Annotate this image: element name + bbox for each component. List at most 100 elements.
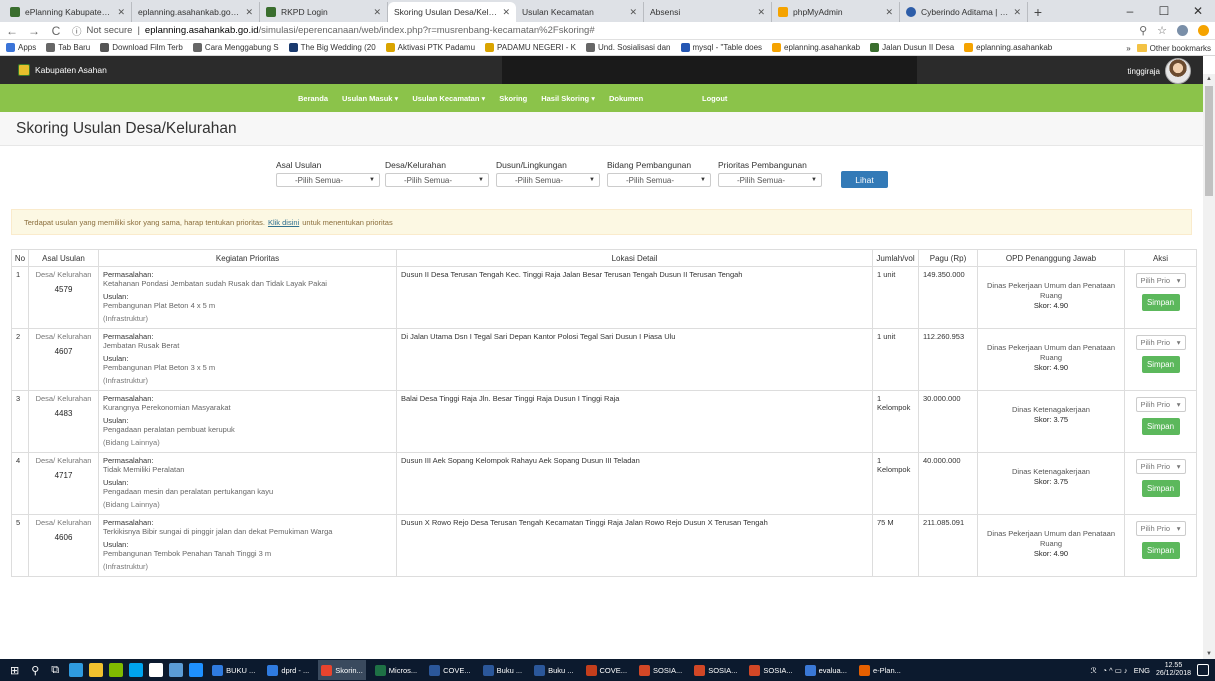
pinned-app-icon[interactable] (169, 663, 184, 677)
user-menu[interactable]: tinggiraja (1128, 58, 1191, 84)
browser-tab[interactable]: phpMyAdmin ✕ (772, 2, 900, 22)
taskbar-item[interactable]: Skorin... (318, 660, 366, 680)
scroll-down-icon[interactable]: ▼ (1203, 651, 1215, 657)
browser-tab[interactable]: Cyberindo Aditama | Speed ✕ (900, 2, 1028, 22)
maximize-icon[interactable]: ☐ (1147, 0, 1181, 22)
priority-select[interactable]: Pilih Prio ▾ (1135, 397, 1186, 412)
taskbar-item[interactable]: evalua... (802, 660, 850, 680)
extension-icon[interactable] (1177, 25, 1188, 36)
close-tab-icon[interactable]: ✕ (629, 7, 637, 18)
taskbar-item[interactable]: Buku ... (531, 660, 576, 680)
taskbar-item[interactable]: Buku ... (480, 660, 525, 680)
clock[interactable]: 12.55 26/12/2018 (1156, 662, 1191, 677)
filter-select[interactable]: -Pilih Semua- ▼ (276, 173, 380, 187)
bookmark-item[interactable]: Aktivasi PTK Padamu (385, 43, 475, 52)
menu-item-hasil-skoring[interactable]: Hasil Skoring ▾ (541, 94, 595, 103)
reload-icon[interactable]: C (50, 24, 62, 38)
bookmark-item[interactable]: Tab Baru (46, 43, 90, 52)
pinned-app-icon[interactable] (129, 663, 144, 677)
menu-item-dokumen[interactable]: Dokumen (609, 94, 643, 103)
filter-select[interactable]: -Pilih Semua- ▼ (496, 173, 600, 187)
priority-select[interactable]: Pilih Prio ▾ (1135, 521, 1186, 536)
bookmark-item[interactable]: PADAMU NEGERI - K (485, 43, 576, 52)
store-icon[interactable] (89, 663, 104, 677)
scroll-thumb[interactable] (1205, 86, 1213, 196)
taskbar-item[interactable]: Micros... (372, 660, 420, 680)
menu-item-usulan-masuk[interactable]: Usulan Masuk ▾ (342, 94, 398, 103)
simpan-button[interactable]: Simpan (1141, 356, 1180, 373)
close-tab-icon[interactable]: ✕ (117, 7, 125, 18)
set-priority-link[interactable]: Klik disini (268, 218, 299, 227)
taskbar-item[interactable]: SOSIA... (636, 660, 685, 680)
close-tab-icon[interactable]: ✕ (885, 7, 893, 18)
bookmarks-more[interactable]: » (1126, 44, 1130, 53)
bookmark-item[interactable]: Und. Sosialisasi dan (586, 43, 671, 52)
taskbar-item[interactable]: SOSIA... (746, 660, 795, 680)
menu-item-beranda[interactable]: Beranda (298, 94, 328, 103)
simpan-button[interactable]: Simpan (1141, 294, 1180, 311)
browser-tab[interactable]: eplanning.asahankab.go.id/ ✕ (0, 2, 260, 66)
taskbar-item[interactable]: SOSIA... (691, 660, 740, 680)
logout-link[interactable]: Logout (702, 84, 727, 112)
priority-select[interactable]: Pilih Prio ▾ (1135, 273, 1186, 288)
browser-tab[interactable]: Usulan Kecamatan ✕ (0, 2, 644, 66)
lihat-button[interactable]: Lihat (841, 171, 888, 188)
page-scrollbar[interactable]: ▲ ▼ (1203, 74, 1215, 659)
filter-select[interactable]: -Pilih Semua- ▼ (607, 173, 711, 187)
simpan-button[interactable]: Simpan (1141, 542, 1180, 559)
filter-select[interactable]: -Pilih Semua- ▼ (718, 173, 822, 187)
avatar[interactable] (1165, 58, 1191, 84)
priority-select[interactable]: Pilih Prio ▾ (1135, 335, 1186, 350)
browser-tab[interactable]: ePlanning Kabupaten Asah ✕ (4, 2, 132, 22)
bookmark-item[interactable]: Cara Menggabung S (192, 43, 279, 52)
windows-start-icon[interactable]: ⊞ (10, 664, 19, 677)
info-icon[interactable]: ⓘ (72, 24, 82, 38)
back-icon[interactable]: ← (6, 24, 18, 38)
bookmark-item[interactable]: Jalan Dusun II Desa (870, 43, 954, 52)
bookmark-star-icon[interactable]: ☆ (1157, 24, 1167, 37)
task-view-icon[interactable]: ⧉ (51, 664, 59, 677)
app-brand[interactable]: Kabupaten Asahan (18, 64, 107, 76)
bookmark-item[interactable]: mysql - "Table does (680, 43, 762, 52)
taskbar-item[interactable]: dprd - ... (264, 660, 312, 680)
close-tab-icon[interactable]: ✕ (757, 7, 765, 18)
close-tab-icon[interactable]: ✕ (245, 7, 253, 18)
close-tab-icon[interactable]: ✕ (502, 7, 510, 18)
language-indicator[interactable]: ENG (1134, 666, 1150, 675)
close-window-icon[interactable]: ✕ (1181, 0, 1215, 22)
bookmark-item[interactable]: The Big Wedding (20 (288, 43, 376, 52)
search-icon[interactable]: ⚲ (31, 664, 39, 677)
pinned-app-icon[interactable] (109, 663, 124, 677)
minimize-icon[interactable]: – (1113, 0, 1147, 22)
browser-tab[interactable]: Absensi ✕ (0, 2, 772, 66)
simpan-button[interactable]: Simpan (1141, 480, 1180, 497)
menu-item-skoring[interactable]: Skoring (499, 94, 527, 103)
other-bookmarks[interactable]: Other bookmarks (1136, 44, 1211, 53)
priority-select[interactable]: Pilih Prio ▾ (1135, 459, 1186, 474)
taskbar-item[interactable]: BUKU ... (209, 660, 258, 680)
bookmark-item[interactable]: Download Film Terb (100, 43, 183, 52)
simpan-button[interactable]: Simpan (1141, 418, 1180, 435)
people-icon[interactable]: ℛ (1091, 666, 1097, 675)
taskbar-item[interactable]: COVE... (583, 660, 631, 680)
network-icon[interactable]: ◔ ^ ▭ ♪ (1103, 666, 1128, 675)
edge-icon[interactable] (189, 663, 204, 677)
pinned-app-icon[interactable] (69, 663, 84, 677)
close-tab-icon[interactable]: ✕ (1013, 7, 1021, 18)
filter-select[interactable]: -Pilih Semua- ▼ (385, 173, 489, 187)
bookmark-item[interactable]: Apps (6, 43, 36, 52)
new-tab-icon[interactable]: + (1028, 2, 1048, 22)
bookmark-item[interactable]: eplanning.asahankab (964, 43, 1052, 52)
browser-tab[interactable]: Skoring Usulan Desa/Kelura ✕ (0, 2, 516, 66)
scroll-up-icon[interactable]: ▲ (1203, 76, 1215, 82)
notification-icon[interactable] (1198, 25, 1209, 36)
menu-item-usulan-kecamatan[interactable]: Usulan Kecamatan ▾ (412, 94, 485, 103)
bookmark-item[interactable]: eplanning.asahankab (772, 43, 860, 52)
browser-tab[interactable]: RKPD Login ✕ (260, 2, 388, 22)
forward-icon[interactable]: → (28, 24, 40, 38)
close-tab-icon[interactable]: ✕ (373, 7, 381, 18)
taskbar-item[interactable]: e-Plan... (856, 660, 904, 680)
taskbar-item[interactable]: COVE... (426, 660, 474, 680)
action-center-icon[interactable] (1197, 664, 1209, 676)
mail-icon[interactable] (149, 663, 164, 677)
